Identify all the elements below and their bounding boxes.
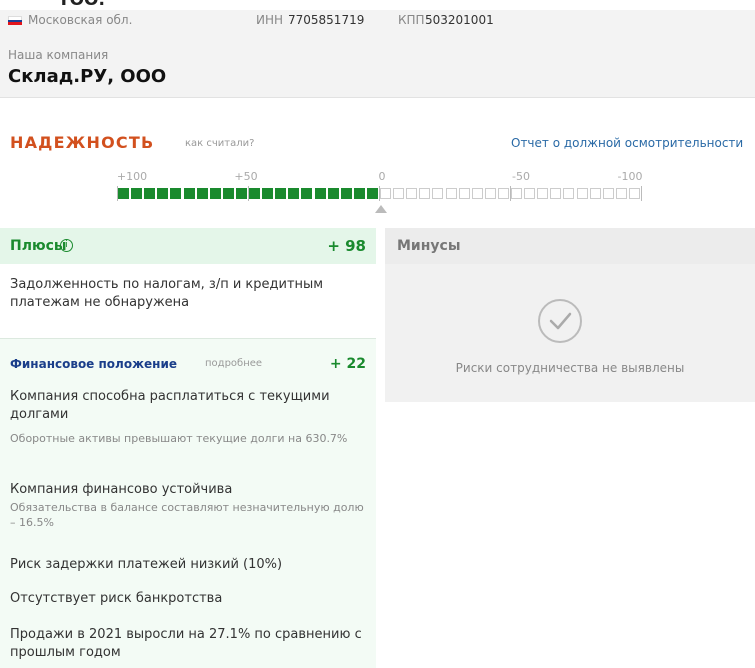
check-circle-icon — [538, 299, 582, 343]
scale-segment-filled — [366, 188, 378, 199]
scale-segment-empty — [419, 188, 431, 199]
kpp-value: 503201001 — [425, 13, 494, 27]
scale-segment-filled — [196, 188, 208, 199]
scale-segment-empty — [406, 188, 418, 199]
scale-segment-filled — [288, 188, 300, 199]
no-debt-text: Задолженность по налогам, з/п и кредитны… — [10, 277, 324, 310]
list-item: Компания способна расплатиться с текущим… — [10, 389, 330, 422]
scale-segment-empty — [432, 188, 444, 199]
no-risks-note: Риски сотрудничества не выявлены — [455, 361, 685, 375]
company-header: ТОО. Московская обл. ИНН 7705851719 КПП … — [0, 0, 755, 98]
scale-segment-filled — [327, 188, 339, 199]
tick-label: +100 — [116, 170, 148, 183]
scale-segment-empty — [628, 188, 640, 199]
info-circle-icon[interactable]: i — [60, 239, 73, 252]
scale-segment-filled — [314, 188, 326, 199]
scale-segment-filled — [118, 188, 129, 199]
scale-segment-empty — [511, 188, 522, 199]
scale-segment-filled — [144, 188, 156, 199]
scale-segment-empty — [615, 188, 627, 199]
scale-segment-empty — [524, 188, 536, 199]
how-calculated-link[interactable]: как считали? — [185, 138, 254, 149]
list-item: Риск задержки платежей низкий (10%) — [10, 557, 283, 572]
financial-position-title: Финансовое положение — [10, 357, 177, 371]
scale-segment-filled — [340, 188, 352, 199]
scale-segment-filled — [131, 188, 143, 199]
top-cut-text: ТОО. — [58, 0, 105, 10]
pluses-title: Плюсы — [10, 238, 67, 254]
tick-label: 0 — [378, 170, 386, 183]
pluses-score: + 98 — [327, 237, 366, 255]
scale-segment-filled — [353, 188, 365, 199]
scale-segment-filled — [157, 188, 169, 199]
scale-segment-filled — [275, 188, 287, 199]
scale-segment-empty — [471, 188, 483, 199]
scale-segment-empty — [497, 188, 509, 199]
tick-label: +50 — [234, 170, 258, 183]
scale-segment-empty — [563, 188, 575, 199]
scale-separator — [117, 186, 118, 201]
scale-pointer-icon — [375, 205, 387, 213]
scale-segment-empty — [380, 188, 391, 199]
list-item-sub: Оборотные активы превышают текущие долги… — [10, 432, 348, 445]
financial-score: + 22 — [329, 356, 366, 372]
scale-segment-empty — [458, 188, 470, 199]
scale-segment-filled — [262, 188, 274, 199]
due-diligence-report-link[interactable]: Отчет о должной осмотрительности — [511, 136, 743, 150]
scale-segment-filled — [222, 188, 234, 199]
pluses-panel: Плюсы i + 98 Задолженность по налогам, з… — [0, 228, 376, 668]
tick-label: -100 — [617, 170, 643, 183]
scale-separator — [641, 186, 642, 201]
scale-segment-empty — [445, 188, 457, 199]
scale-segment-empty — [602, 188, 614, 199]
scale-segment-filled — [183, 188, 195, 199]
tick-label: -50 — [512, 170, 530, 183]
scale-segment-filled — [235, 188, 247, 199]
kpp-label: КПП — [398, 13, 425, 27]
scale-segment-empty — [576, 188, 588, 199]
russia-flag-icon — [8, 16, 22, 26]
reliability-title: НАДЕЖНОСТЬ — [10, 133, 155, 152]
inn-value: 7705851719 — [288, 13, 365, 27]
scale-separator — [379, 186, 380, 201]
list-item: Компания финансово устойчива — [10, 482, 233, 497]
top-cut-strip: ТОО. — [0, 0, 755, 10]
no-debt-block: Задолженность по налогам, з/п и кредитны… — [0, 264, 376, 339]
scale-segment-empty — [550, 188, 562, 199]
scale-separator — [248, 186, 249, 201]
company-name: Склад.РУ, ООО — [8, 66, 167, 87]
scale-segment-filled — [301, 188, 313, 199]
scale-separator — [510, 186, 511, 201]
list-item: Продажи в 2021 выросли на 27.1% по сравн… — [10, 627, 362, 660]
scale-segment-empty — [537, 188, 549, 199]
list-item: Отсутствует риск банкротства — [10, 591, 223, 606]
our-company-label: Наша компания — [8, 48, 109, 62]
scale-segment-filled — [209, 188, 221, 199]
scale-segment-empty — [484, 188, 496, 199]
pluses-header: Плюсы i + 98 — [0, 228, 376, 264]
inn-label: ИНН — [256, 13, 284, 27]
scale-segment-empty — [589, 188, 601, 199]
scale-segment-filled — [249, 188, 260, 199]
minuses-header: Минусы — [385, 228, 755, 264]
region-label: Московская обл. — [28, 13, 133, 27]
list-item-sub: Обязательства в балансе составляют незна… — [10, 501, 364, 529]
scale-segment-empty — [393, 188, 405, 199]
scale-segment-filled — [170, 188, 182, 199]
financial-more-link[interactable]: подробнее — [205, 358, 262, 369]
minuses-title: Минусы — [397, 238, 461, 254]
minuses-panel: Минусы Риски сотрудничества не выявлены — [385, 228, 755, 402]
